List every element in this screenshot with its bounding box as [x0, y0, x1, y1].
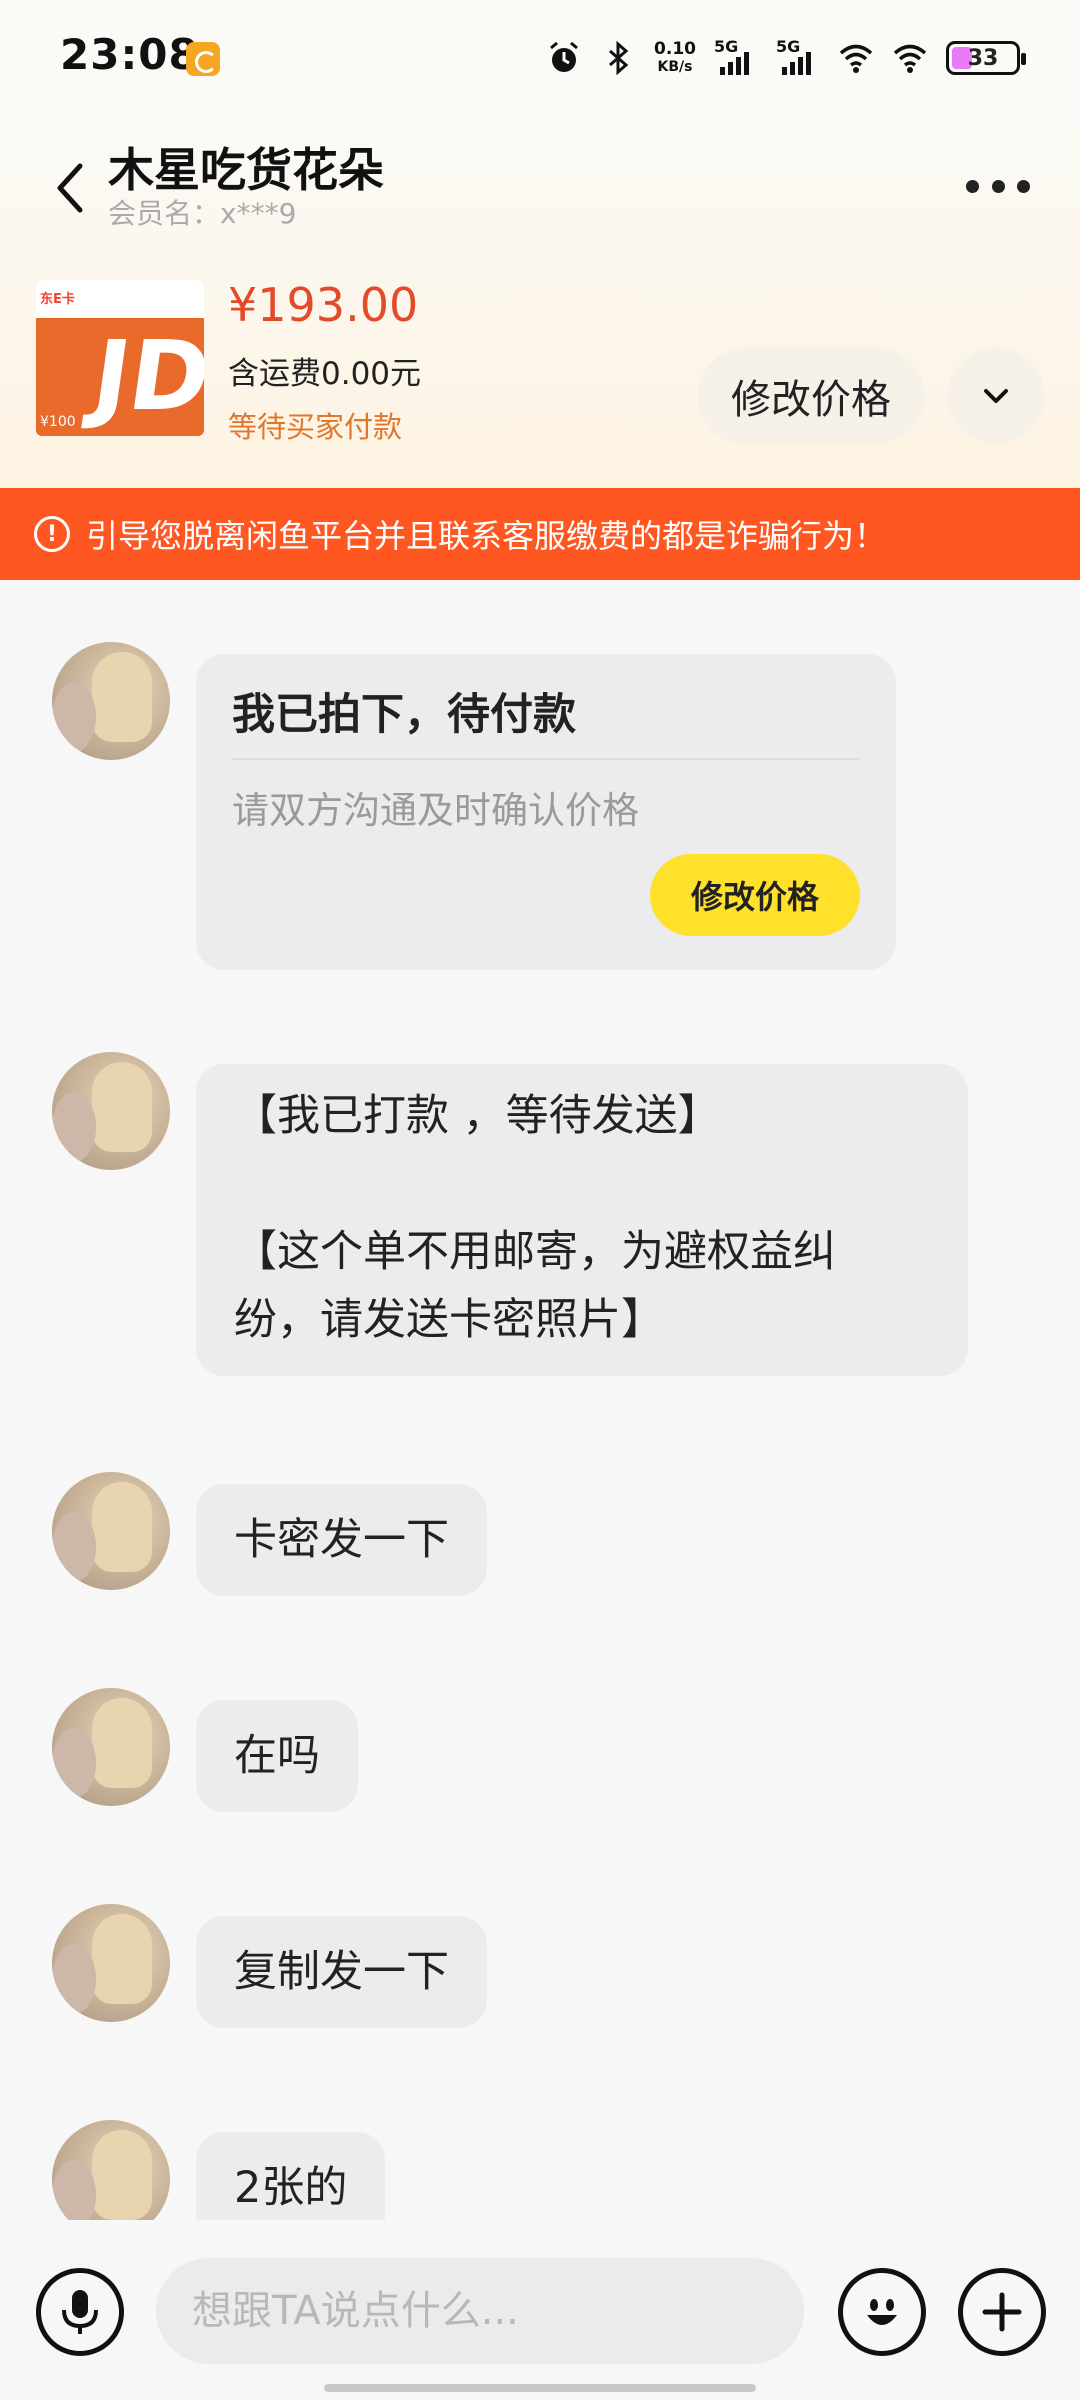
order-card-modify-price-button[interactable]: 修改价格 — [650, 854, 860, 936]
wifi-icon-2 — [893, 44, 927, 73]
order-card[interactable]: 我已拍下，待付款 请双方沟通及时确认价格 修改价格 — [196, 654, 896, 970]
voice-button[interactable] — [36, 2268, 124, 2356]
product-price: ¥193.00 — [228, 278, 419, 332]
expand-button[interactable] — [948, 348, 1044, 444]
shipping-fee: 含运费0.00元 — [228, 356, 422, 392]
message-bubble[interactable]: 2张的 — [196, 2132, 386, 2220]
microphone-icon — [62, 2290, 98, 2334]
message-bubble[interactable]: 【我已打款 ，等待发送】 【这个单不用邮寄，为避权益纠 纷，请发送卡密照片】 — [196, 1064, 968, 1376]
divider — [232, 758, 860, 760]
avatar[interactable] — [52, 2120, 170, 2220]
message-list[interactable]: 我已拍下，待付款 请双方沟通及时确认价格 修改价格 【我已打款 ，等待发送】 【… — [0, 580, 1080, 2220]
chevron-left-icon — [57, 163, 83, 213]
jd-logo: JD — [86, 320, 204, 432]
chat-title: 木星吃货花朵 — [108, 143, 384, 197]
network-speed: 0.10 KB/s — [654, 40, 696, 76]
message-input[interactable] — [156, 2258, 804, 2364]
avatar[interactable] — [52, 1688, 170, 1806]
more-actions-button[interactable] — [958, 2268, 1046, 2356]
wifi-icon-1 — [839, 44, 873, 73]
member-name: 会员名：x***9 — [108, 197, 297, 230]
status-icons: 0.10 KB/s 5G 5G 33 — [546, 36, 1026, 80]
fraud-warning-banner: ! 引导您脱离闲鱼平台并且联系客服缴费的都是诈骗行为！ — [0, 488, 1080, 580]
emoji-icon — [867, 2299, 897, 2325]
product-image-brand: 东E卡 — [40, 292, 75, 307]
order-status: 等待买家付款 — [228, 410, 403, 444]
status-time: 23:08 — [60, 30, 199, 79]
network-speed-unit: KB/s — [657, 59, 693, 75]
bluetooth-icon — [609, 40, 629, 76]
network-speed-value: 0.10 — [654, 39, 696, 59]
home-indicator[interactable] — [324, 2384, 756, 2392]
input-bar — [0, 2220, 1080, 2400]
plus-icon — [982, 2292, 1022, 2332]
warning-icon: ! — [34, 516, 70, 552]
product-image-value: ¥100 — [40, 414, 76, 430]
chat-header: 木星吃货花朵 会员名：x***9 东E卡 JD ¥100 ¥193.00 含运费… — [0, 118, 1080, 488]
more-options-button[interactable] — [966, 174, 1030, 198]
avatar[interactable] — [52, 1052, 170, 1170]
battery-level: 33 — [967, 45, 999, 71]
chevron-down-icon — [984, 389, 1008, 403]
battery-icon: 33 — [946, 41, 1026, 75]
order-card-subtitle: 请双方沟通及时确认价格 — [232, 789, 639, 832]
product-image[interactable]: 东E卡 JD ¥100 — [36, 280, 204, 436]
avatar[interactable] — [52, 642, 170, 760]
more-dots-icon — [966, 179, 979, 193]
signal-5g-2-icon: 5G — [776, 37, 820, 77]
app-notification-icon — [186, 42, 220, 76]
message-bubble[interactable]: 卡密发一下 — [196, 1484, 487, 1596]
status-bar: 23:08 0.10 KB/s 5G 5G 33 — [0, 0, 1080, 118]
avatar[interactable] — [52, 1904, 170, 2022]
back-button[interactable] — [46, 152, 96, 222]
message-bubble[interactable]: 复制发一下 — [196, 1916, 487, 2028]
modify-price-button[interactable]: 修改价格 — [698, 348, 924, 444]
signal-5g-1-icon: 5G — [714, 37, 758, 77]
avatar[interactable] — [52, 1472, 170, 1590]
message-bubble[interactable]: 在吗 — [196, 1700, 358, 1812]
order-card-title: 我已拍下，待付款 — [232, 690, 576, 740]
emoji-button[interactable] — [838, 2268, 926, 2356]
chat-screen: 23:08 0.10 KB/s 5G 5G 33 木星吃货花朵 会员名：x***… — [0, 0, 1080, 2400]
warning-text: 引导您脱离闲鱼平台并且联系客服缴费的都是诈骗行为！ — [86, 517, 887, 555]
alarm-icon — [550, 41, 579, 72]
